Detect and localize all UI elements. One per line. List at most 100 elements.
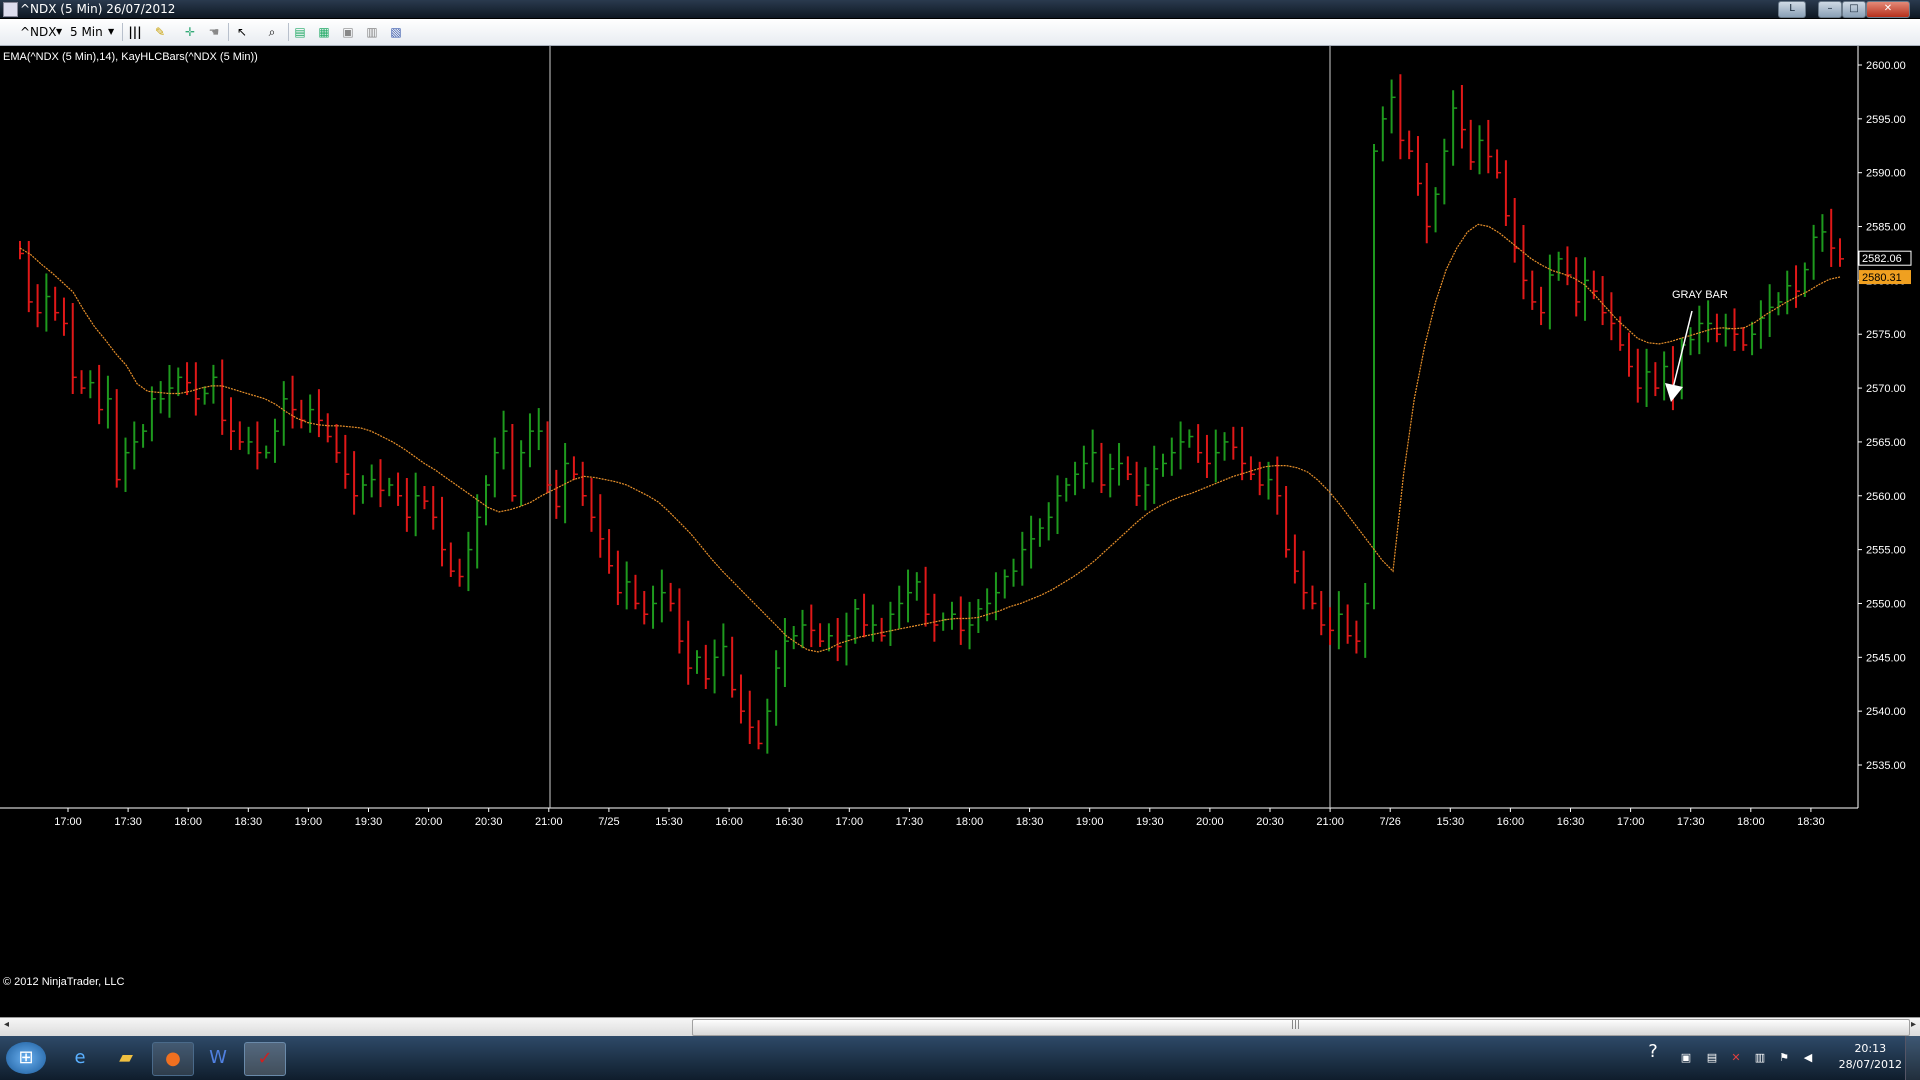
indicator-label: EMA(^NDX (5 Min),14), KayHLCBars(^NDX (5… [3,51,258,63]
properties-icon[interactable]: ▧ [388,24,404,40]
bar-style-icon[interactable]: ||| [127,24,143,40]
x-tick-label: 17:00 [836,816,864,828]
clock-date: 28/07/2012 [1838,1058,1902,1071]
x-tick-label: 19:00 [295,816,323,828]
chart-toolbar: ^NDX ▼ 5 Min ▼ ||| ✎ ✛ ☚ ↖ ⌕ ▤ ▦ ▣ ▥ ▧ [0,19,1920,46]
app-icon [3,2,18,17]
volume-icon[interactable]: ◀ [1800,1050,1816,1066]
x-tick-label: 17:30 [1677,816,1705,828]
x-tick-label: 17:30 [896,816,924,828]
x-tick-label: 19:30 [355,816,383,828]
x-tick-label: 17:00 [1617,816,1645,828]
x-tick-label: 16:00 [715,816,743,828]
x-tick-label: 18:30 [1797,816,1825,828]
cursor-icon[interactable]: ↖ [234,24,250,40]
y-tick-label: 2600.00 [1866,60,1906,72]
network-icon[interactable]: ✕ [1728,1050,1744,1066]
y-tick-label: 2585.00 [1866,222,1906,234]
x-tick-label: 16:30 [775,816,803,828]
y-tick-label: 2575.00 [1866,329,1906,341]
y-tick-label: 2540.00 [1866,706,1906,718]
x-tick-label: 21:00 [535,816,563,828]
folder-icon[interactable]: ▰ [106,1042,146,1074]
x-tick-label: 18:00 [1737,816,1765,828]
x-tick-label: 19:00 [1076,816,1104,828]
y-tick-label: 2535.00 [1866,760,1906,772]
copyright-label: © 2012 NinjaTrader, LLC [3,976,125,988]
taskbar: ⊞ e ▰ ● W ✓ ? ▣ ▤ ✕ ▥ ⚑ ◀ 20:13 28/07/20… [0,1036,1920,1080]
firefox-icon[interactable]: ● [152,1042,194,1076]
device-icon[interactable]: ▥ [1752,1050,1768,1066]
x-tick-label: 15:30 [655,816,683,828]
help-icon[interactable]: ? [1640,1043,1666,1070]
start-orb-icon[interactable]: ⊞ [6,1042,46,1074]
internet-explorer-icon[interactable]: e [60,1042,100,1074]
x-tick-label: 18:30 [1016,816,1044,828]
flag-icon[interactable]: ⚑ [1776,1050,1792,1066]
x-tick-label: 20:30 [475,816,503,828]
grip-icon: ||| [1291,1020,1301,1030]
ninjatrader-icon[interactable]: ✓ [244,1042,286,1076]
chevron-down-icon[interactable]: ▼ [56,24,62,40]
lock-icon[interactable]: ▥ [364,24,380,40]
hand-icon[interactable]: ☚ [206,24,222,40]
indicators-icon[interactable]: ▤ [292,24,308,40]
y-tick-label: 2555.00 [1866,545,1906,557]
x-tick-label: 7/25 [598,816,619,828]
x-tick-label: 17:30 [114,816,142,828]
title-bar: ^NDX (5 Min) 26/07/2012 L – □ ✕ [0,0,1920,18]
x-tick-label: 15:30 [1437,816,1465,828]
toolbar-divider [228,23,229,41]
ema-line [19,223,1841,653]
crosshair-icon[interactable]: ✛ [182,24,198,40]
clock-time: 20:13 [1854,1042,1887,1055]
window-title: ^NDX (5 Min) 26/07/2012 [20,2,176,16]
y-tick-label: 2595.00 [1866,114,1906,126]
zoom-icon[interactable]: ⌕ [264,24,280,40]
ema-value-label: 2580.31 [1862,272,1902,284]
link-button[interactable]: L [1778,1,1806,18]
toolbar-divider [122,23,123,41]
annotation-gray-bar: GRAY BAR [1672,289,1728,301]
close-button[interactable]: ✕ [1866,1,1910,18]
chart-panel[interactable]: 2600.002595.002590.002585.002580.002575.… [0,46,1920,1021]
scroll-thumb[interactable]: ||| [692,1019,1910,1036]
show-desktop-button[interactable] [1905,1036,1920,1080]
image-icon[interactable]: ▣ [340,24,356,40]
x-tick-label: 16:30 [1557,816,1585,828]
x-tick-label: 20:30 [1256,816,1284,828]
price-chart[interactable]: 2600.002595.002590.002585.002580.002575.… [0,46,1920,1021]
printer-icon[interactable]: ▤ [1704,1050,1720,1066]
x-tick-label: 16:00 [1497,816,1525,828]
y-tick-label: 2565.00 [1866,437,1906,449]
y-tick-label: 2570.00 [1866,383,1906,395]
y-tick-label: 2590.00 [1866,168,1906,180]
strategies-icon[interactable]: ▦ [316,24,332,40]
x-tick-label: 18:00 [956,816,984,828]
y-tick-label: 2560.00 [1866,491,1906,503]
y-tick-label: 2550.00 [1866,598,1906,610]
arrow-head-icon [1665,383,1683,402]
maximize-button[interactable]: □ [1842,1,1866,18]
x-tick-label: 21:00 [1316,816,1344,828]
minimize-button[interactable]: – [1818,1,1842,18]
chevron-down-icon[interactable]: ▼ [108,24,114,40]
x-tick-label: 20:00 [1196,816,1224,828]
pencil-icon[interactable]: ✎ [152,24,168,40]
scroll-left-icon[interactable]: ◂ [4,1019,9,1030]
y-tick-label: 2545.00 [1866,652,1906,664]
tray-app-icon[interactable]: ▣ [1678,1050,1694,1066]
x-tick-label: 18:30 [235,816,263,828]
horizontal-scrollbar[interactable]: ◂ ||| ▸ [0,1017,1920,1036]
x-tick-label: 20:00 [415,816,443,828]
instrument-selector[interactable]: ^NDX [20,24,57,40]
scroll-right-icon[interactable]: ▸ [1911,1019,1916,1030]
x-tick-label: 18:00 [174,816,202,828]
x-tick-label: 19:30 [1136,816,1164,828]
interval-selector[interactable]: 5 Min [70,24,103,40]
last-price-label: 2582.06 [1862,253,1902,265]
x-tick-label: 7/26 [1379,816,1400,828]
word-icon[interactable]: W [198,1042,238,1074]
system-clock[interactable]: 20:13 28/07/2012 [1839,1041,1902,1073]
toolbar-divider [288,23,289,41]
